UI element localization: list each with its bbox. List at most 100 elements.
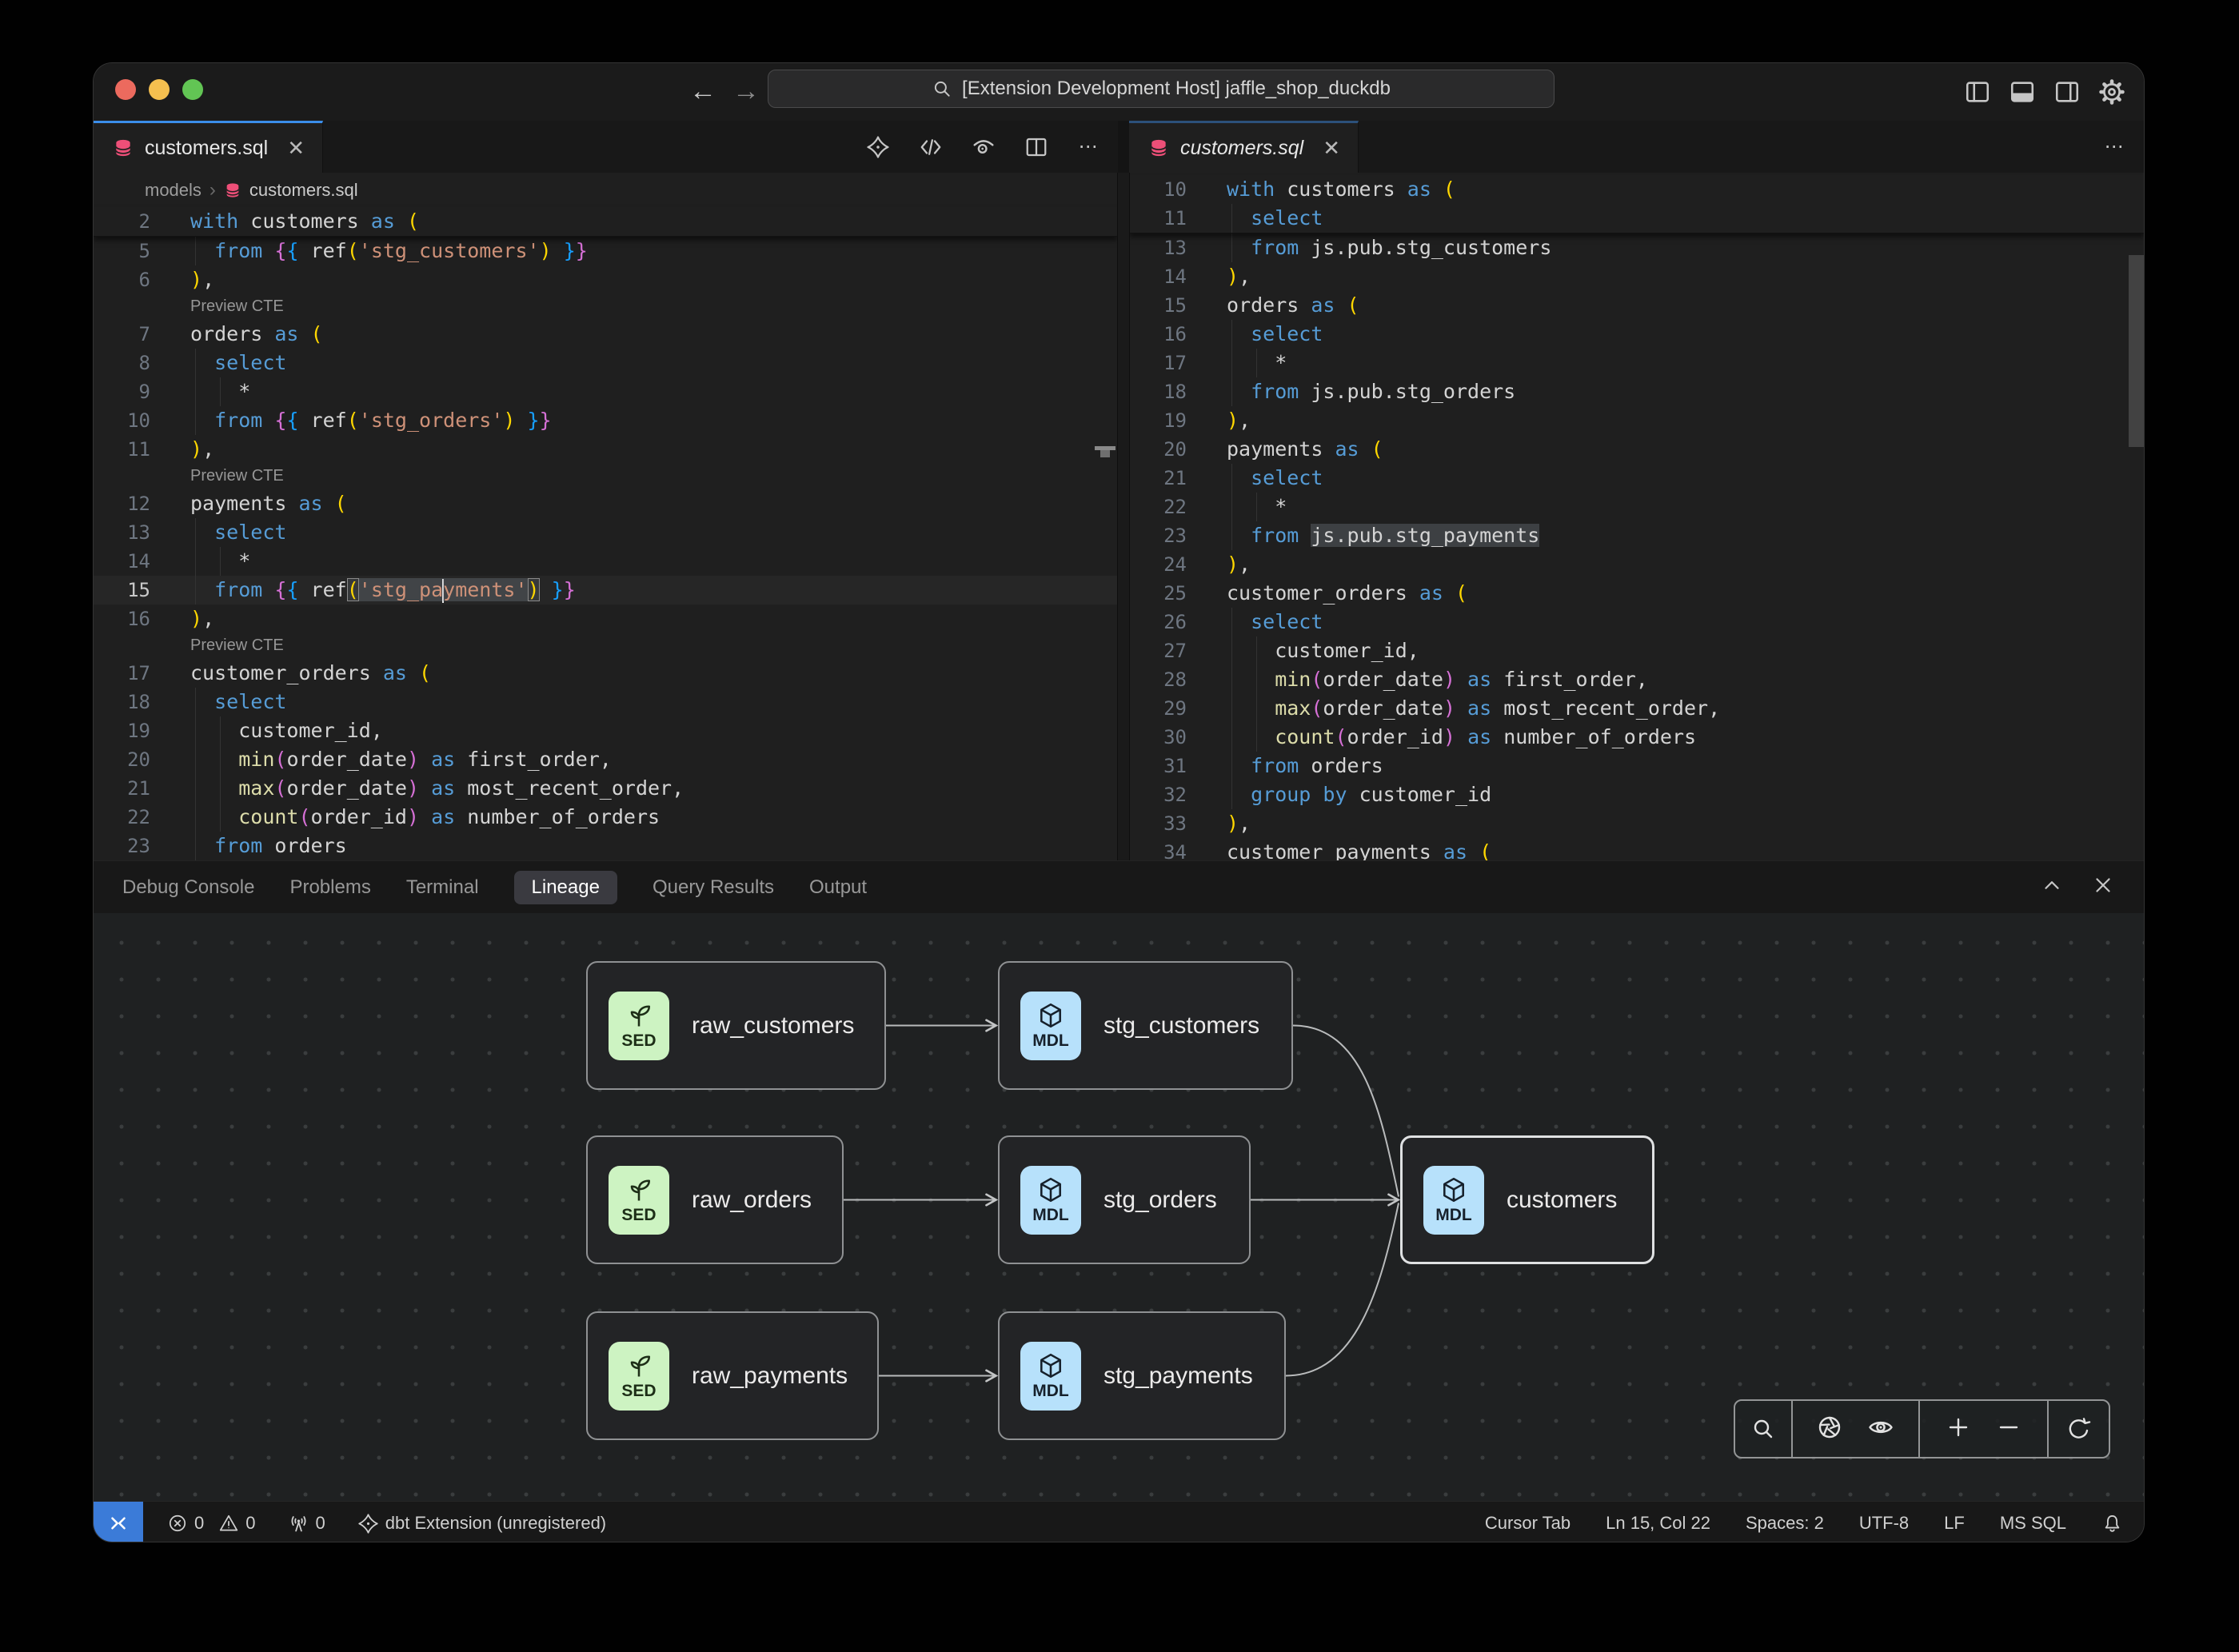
code-line[interactable]: 22 count(order_id) as number_of_orders <box>94 803 1117 832</box>
tab-customers-sql-left[interactable]: customers.sql ✕ <box>94 121 323 173</box>
code-line[interactable]: 14), <box>1130 262 2144 291</box>
panel-tab-problems[interactable]: Problems <box>289 876 370 899</box>
open-preview-icon[interactable] <box>968 131 1000 163</box>
toggle-primary-sidebar-icon[interactable] <box>1963 78 1992 106</box>
code-area-left[interactable]: 5 from {{ ref('stg_customers') }}6), Prev… <box>94 237 1117 860</box>
lineage-canvas[interactable]: SEDraw_customers MDLstg_customers SEDraw_o… <box>94 913 2144 1501</box>
close-icon[interactable]: ✕ <box>1323 136 1340 161</box>
editor-pane-left[interactable]: models › customers.sql 2with customers a… <box>94 173 1117 860</box>
code-line[interactable]: 20payments as ( <box>1130 435 2144 464</box>
toggle-secondary-sidebar-icon[interactable] <box>2053 78 2081 106</box>
editor-group-sash[interactable] <box>1118 121 1129 173</box>
code-line[interactable]: 10with customers as ( <box>1130 175 2144 204</box>
code-line[interactable]: 33), <box>1130 809 2144 838</box>
lineage-node-stg_customers[interactable]: MDLstg_customers <box>998 961 1293 1090</box>
code-line[interactable]: 27 customer_id, <box>1130 636 2144 665</box>
code-line[interactable]: 10 from {{ ref('stg_orders') }} <box>94 406 1117 435</box>
code-line[interactable]: 17 * <box>1130 349 2144 377</box>
zoom-in-button[interactable] <box>1946 1415 1971 1444</box>
zoom-out-button[interactable] <box>1996 1415 2021 1444</box>
code-line[interactable]: 34customer_payments as ( <box>1130 838 2144 860</box>
status-item-lf[interactable]: LF <box>1944 1513 1965 1534</box>
status-item-ln-15-col-22[interactable]: Ln 15, Col 22 <box>1606 1513 1710 1534</box>
lineage-aperture-button[interactable] <box>1817 1415 1842 1444</box>
code-line[interactable]: 11 select <box>1130 204 2144 233</box>
settings-gear-icon[interactable] <box>2097 78 2126 106</box>
scrollbar-marker[interactable] <box>1095 446 1116 450</box>
codelens-preview-cte[interactable]: Preview CTE <box>94 633 1117 659</box>
lineage-node-raw_orders[interactable]: SEDraw_orders <box>586 1135 844 1264</box>
codelens-preview-cte[interactable]: Preview CTE <box>94 464 1117 489</box>
code-line[interactable]: 21 max(order_date) as most_recent_order, <box>94 774 1117 803</box>
code-line[interactable]: 19 customer_id, <box>94 716 1117 745</box>
breadcrumb-folder[interactable]: models <box>145 180 202 201</box>
code-line[interactable]: 21 select <box>1130 464 2144 493</box>
code-line[interactable]: 18 from js.pub.stg_orders <box>1130 377 2144 406</box>
lineage-search-button[interactable] <box>1735 1401 1793 1457</box>
dbt-power-user-icon[interactable] <box>862 131 894 163</box>
close-window-button[interactable] <box>115 79 136 100</box>
editor-pane-right[interactable]: 10with customers as (11 select 13 from j… <box>1130 173 2144 860</box>
code-line[interactable]: 16 select <box>1130 320 2144 349</box>
split-editor-icon[interactable] <box>1020 131 1052 163</box>
lineage-node-raw_payments[interactable]: SEDraw_payments <box>586 1311 879 1440</box>
code-line[interactable]: 17customer_orders as ( <box>94 659 1117 688</box>
code-line[interactable]: 15orders as ( <box>1130 291 2144 320</box>
tab-customers-sql-right[interactable]: customers.sql ✕ <box>1129 121 1359 173</box>
code-line[interactable]: 23 from orders <box>94 832 1117 860</box>
code-line[interactable]: 22 * <box>1130 493 2144 521</box>
breadcrumb[interactable]: models › customers.sql <box>94 173 1117 207</box>
lineage-node-stg_orders[interactable]: MDLstg_orders <box>998 1135 1251 1264</box>
code-line[interactable]: 30 count(order_id) as number_of_orders <box>1130 723 2144 752</box>
dbt-extension-status[interactable]: dbt Extension (unregistered) <box>357 1513 606 1534</box>
vertical-scrollbar[interactable] <box>2129 255 2144 447</box>
compiled-code-icon[interactable] <box>915 131 947 163</box>
lineage-refresh-button[interactable] <box>2049 1401 2109 1457</box>
code-line[interactable]: 26 select <box>1130 608 2144 636</box>
code-line[interactable]: 32 group by customer_id <box>1130 780 2144 809</box>
code-line[interactable]: 29 max(order_date) as most_recent_order, <box>1130 694 2144 723</box>
status-item-utf-8[interactable]: UTF-8 <box>1859 1513 1909 1534</box>
zoom-window-button[interactable] <box>182 79 203 100</box>
back-button[interactable]: ← <box>687 63 719 121</box>
code-line[interactable]: 6), <box>94 265 1117 294</box>
code-line[interactable]: 28 min(order_date) as first_order, <box>1130 665 2144 694</box>
code-line[interactable]: 19), <box>1130 406 2144 435</box>
code-line[interactable]: 14 * <box>94 547 1117 576</box>
lineage-node-raw_customers[interactable]: SEDraw_customers <box>586 961 886 1090</box>
ports-status[interactable]: 0 <box>288 1513 325 1534</box>
toggle-panel-icon[interactable] <box>2008 78 2037 106</box>
problems-status[interactable]: 0 0 <box>167 1513 256 1534</box>
code-line[interactable]: 5 from {{ ref('stg_customers') }} <box>94 237 1117 265</box>
code-line[interactable]: 15 from {{ ref('stg_payments') }} <box>94 576 1117 605</box>
code-line[interactable]: 11), <box>94 435 1117 464</box>
code-line[interactable]: 23 from js.pub.stg_payments <box>1130 521 2144 550</box>
close-icon[interactable]: ✕ <box>287 136 305 161</box>
forward-button[interactable]: → <box>730 63 762 121</box>
panel-tab-debug-console[interactable]: Debug Console <box>122 876 254 899</box>
code-line[interactable]: 18 select <box>94 688 1117 716</box>
code-line[interactable]: 20 min(order_date) as first_order, <box>94 745 1117 774</box>
code-line[interactable]: 24), <box>1130 550 2144 579</box>
lineage-node-stg_payments[interactable]: MDLstg_payments <box>998 1311 1286 1440</box>
pane-divider[interactable] <box>1117 173 1130 860</box>
code-line[interactable]: 16), <box>94 605 1117 633</box>
status-item-ms-sql[interactable]: MS SQL <box>2000 1513 2066 1534</box>
code-line[interactable]: 7orders as ( <box>94 320 1117 349</box>
command-center-search[interactable]: [Extension Development Host] jaffle_shop… <box>768 70 1555 108</box>
code-line[interactable]: 9 * <box>94 377 1117 406</box>
breadcrumb-file[interactable]: customers.sql <box>249 180 358 201</box>
panel-tab-output[interactable]: Output <box>809 876 867 899</box>
bell-icon[interactable] <box>2101 1513 2123 1534</box>
panel-tab-lineage[interactable]: Lineage <box>514 871 617 904</box>
code-line[interactable]: 31 from orders <box>1130 752 2144 780</box>
status-item-cursor-tab[interactable]: Cursor Tab <box>1485 1513 1570 1534</box>
code-line[interactable]: 13 from js.pub.stg_customers <box>1130 233 2144 262</box>
code-area-right[interactable]: 13 from js.pub.stg_customers14),15orders… <box>1130 233 2144 860</box>
more-actions-icon[interactable]: ⋯ <box>1073 131 1105 163</box>
minimize-window-button[interactable] <box>149 79 170 100</box>
panel-chevron-up-icon[interactable] <box>2040 873 2064 901</box>
code-line[interactable]: 12payments as ( <box>94 489 1117 518</box>
code-line[interactable]: 25customer_orders as ( <box>1130 579 2144 608</box>
panel-tab-terminal[interactable]: Terminal <box>406 876 479 899</box>
